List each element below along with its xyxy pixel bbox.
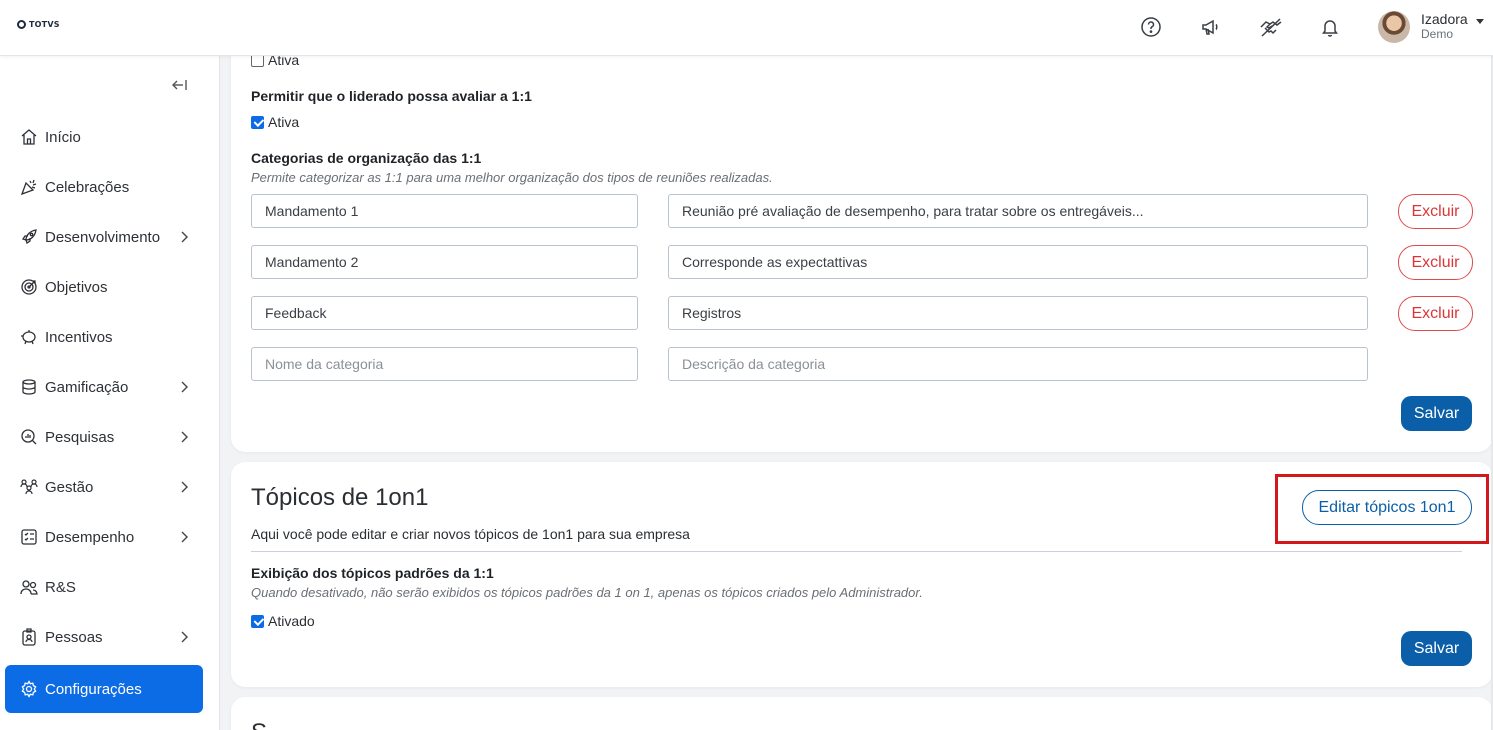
divider — [251, 551, 1462, 552]
delete-category-button[interactable]: Excluir — [1398, 296, 1473, 331]
logo-text: TOTVS — [29, 20, 60, 29]
sidebar-item-objetivos[interactable]: Objetivos — [5, 263, 203, 311]
totvs-logo[interactable]: TOTVS — [17, 20, 60, 29]
user-menu[interactable]: Izadora Demo — [1378, 11, 1484, 43]
allow-eval-title: Permitir que o liderado possa avaliar a … — [251, 88, 532, 104]
bell-icon[interactable] — [1317, 14, 1343, 40]
checkbox-checked[interactable] — [251, 115, 264, 129]
chevron-right-icon — [177, 630, 191, 644]
caret-down-icon — [1475, 18, 1484, 24]
category-description-field[interactable]: Corresponde as expectattivas — [668, 245, 1368, 279]
section-title: S — [251, 719, 267, 730]
sidebar-item-label: Incentivos — [45, 328, 113, 346]
piggy-bank-icon — [19, 327, 39, 347]
sidebar-item-label: Objetivos — [45, 278, 108, 296]
home-icon — [19, 127, 39, 147]
sidebar-item-gestao[interactable]: Gestão — [5, 463, 203, 511]
category-name-field[interactable]: Feedback — [251, 296, 638, 330]
coins-icon — [19, 377, 39, 397]
delete-category-button[interactable]: Excluir — [1398, 194, 1473, 229]
sidebar-item-label: Desenvolvimento — [45, 228, 161, 246]
handshake-icon[interactable] — [1258, 14, 1284, 40]
badge-icon — [19, 627, 39, 647]
checkbox-label: Ativa — [268, 114, 300, 130]
topics-card: Tópicos de 1on1 Aqui você pode editar e … — [231, 462, 1492, 687]
allow-eval-checkbox[interactable]: Ativa — [251, 114, 299, 130]
sidebar-item-desempenho[interactable]: Desempenho — [5, 513, 203, 561]
checkbox-label: Ativado — [268, 613, 315, 629]
default-topics-hint: Quando desativado, não serão exibidos os… — [251, 585, 923, 600]
topics-title: Tópicos de 1on1 — [251, 484, 429, 511]
highlight-box — [1275, 474, 1489, 544]
chevron-right-icon — [177, 480, 191, 494]
sidebar-item-label: Pesquisas — [45, 428, 115, 446]
megaphone-icon[interactable] — [1197, 14, 1223, 40]
new-category-description-input[interactable]: Descrição da categoria — [668, 347, 1368, 381]
delete-category-button[interactable]: Excluir — [1398, 245, 1473, 280]
sidebar-item-label: Início — [45, 128, 81, 146]
sidebar-item-label: Configurações — [45, 680, 142, 698]
chevron-right-icon — [177, 380, 191, 394]
team-icon — [19, 477, 39, 497]
sidebar: Início Celebrações Desenvolvimento Objet… — [0, 56, 220, 730]
checkbox-checked[interactable] — [251, 614, 264, 628]
sidebar-item-configuracoes[interactable]: Configurações — [5, 665, 203, 713]
sidebar-item-label: Desempenho — [45, 528, 135, 546]
help-icon[interactable] — [1138, 14, 1164, 40]
chevron-right-icon — [177, 530, 191, 544]
default-topics-checkbox[interactable]: Ativado — [251, 613, 315, 629]
new-category-name-input[interactable]: Nome da categoria — [251, 347, 638, 381]
sidebar-item-label: R&S — [45, 578, 76, 596]
chevron-right-icon — [177, 230, 191, 244]
sidebar-item-pesquisas[interactable]: Pesquisas — [5, 413, 203, 461]
people-icon — [19, 577, 39, 597]
user-role: Demo — [1421, 27, 1454, 41]
search-chart-icon — [19, 427, 39, 447]
sidebar-item-label: Pessoas — [45, 628, 103, 646]
next-section-card: S — [231, 697, 1492, 730]
categories-hint: Permite categorizar as 1:1 para uma melh… — [251, 170, 773, 185]
sidebar-item-incentivos[interactable]: Incentivos — [5, 313, 203, 361]
chevron-right-icon — [177, 430, 191, 444]
logo-mark-icon — [17, 20, 26, 29]
sidebar-item-gamificacao[interactable]: Gamificação — [5, 363, 203, 411]
sidebar-item-label: Gestão — [45, 478, 94, 496]
category-name-field[interactable]: Mandamento 2 — [251, 245, 638, 279]
default-topics-title: Exibição dos tópicos padrões da 1:1 — [251, 565, 494, 581]
top-bar: TOTVS Izadora Demo — [0, 0, 1493, 56]
sidebar-item-rs[interactable]: R&S — [5, 563, 203, 611]
avatar — [1378, 11, 1410, 43]
category-description-field[interactable]: Registros — [668, 296, 1368, 330]
sidebar-item-inicio[interactable]: Início — [5, 113, 203, 161]
target-icon — [19, 277, 39, 297]
sidebar-item-celebracoes[interactable]: Celebrações — [5, 163, 203, 211]
save-topics-button[interactable]: Salvar — [1401, 631, 1472, 666]
rocket-icon — [19, 227, 39, 247]
categories-title: Categorias de organização das 1:1 — [251, 150, 482, 166]
sidebar-item-pessoas[interactable]: Pessoas — [5, 613, 203, 661]
category-name-field[interactable]: Mandamento 1 — [251, 194, 638, 228]
one-on-one-settings-card: Ativa Permitir que o liderado possa aval… — [231, 40, 1492, 452]
sidebar-item-label: Celebrações — [45, 178, 130, 196]
checklist-icon — [19, 527, 39, 547]
save-categories-button[interactable]: Salvar — [1401, 396, 1472, 431]
sidebar-item-label: Gamificação — [45, 378, 129, 396]
user-name: Izadora — [1421, 11, 1468, 27]
party-icon — [19, 177, 39, 197]
collapse-sidebar-icon[interactable] — [170, 76, 188, 94]
sidebar-item-desenvolvimento[interactable]: Desenvolvimento — [5, 213, 203, 261]
gear-icon — [19, 679, 39, 699]
category-description-field[interactable]: Reunião pré avaliação de desempenho, par… — [668, 194, 1368, 228]
topics-subtitle: Aqui você pode editar e criar novos tópi… — [251, 526, 690, 542]
